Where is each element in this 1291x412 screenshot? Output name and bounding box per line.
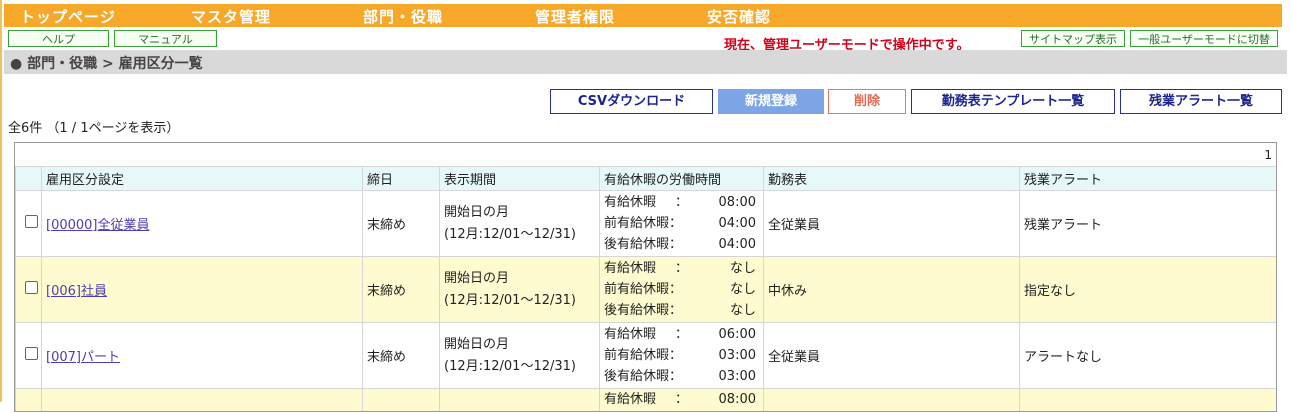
result-count: 全6件 （1 / 1ページを表示）	[8, 117, 179, 136]
help-button[interactable]: ヘルプ	[8, 30, 109, 47]
overtime-alert-cell: 指定なし	[1020, 257, 1278, 323]
schedule-cell: 中休み	[764, 257, 1020, 323]
table-row: 有給休暇：08:00	[16, 389, 1278, 412]
closing-day-cell: 末締め	[363, 323, 440, 389]
paid-leave-hours-cell: 有給休暇：06:00 前有給休暇：03:00 後有給休暇：03:00	[600, 323, 764, 389]
table-row: [006]社員 末締め 開始日の月 (12月:12/01～12/31) 有給休暇…	[16, 257, 1278, 323]
delete-button[interactable]: 削除	[828, 89, 906, 114]
nav-department-position[interactable]: 部門・役職	[363, 6, 443, 27]
row-checkbox[interactable]	[25, 347, 38, 360]
top-navigation: トップページ マスタ管理 部門・役職 管理者権限 安否確認	[4, 4, 1282, 27]
switch-user-mode-button[interactable]: 一般ユーザーモードに切替	[1130, 30, 1278, 47]
table-row: [00000]全従業員 末締め 開始日の月 (12月:12/01～12/31) …	[16, 191, 1278, 257]
paid-leave-hours-cell: 有給休暇：なし 前有給休暇：なし 後有給休暇：なし	[600, 257, 764, 323]
schedule-template-list-button[interactable]: 勤務表テンプレート一覧	[911, 89, 1115, 114]
nav-safety-confirmation[interactable]: 安否確認	[707, 6, 771, 27]
overtime-alert-cell: アラートなし	[1020, 323, 1278, 389]
paid-leave-hours-cell: 有給休暇：08:00	[600, 389, 764, 412]
page-number[interactable]: 1	[1264, 148, 1272, 162]
employment-type-link[interactable]: [007]パート	[46, 350, 120, 365]
header-display-period: 表示期間	[440, 167, 600, 191]
row-checkbox[interactable]	[25, 281, 38, 294]
closing-day-cell: 末締め	[363, 191, 440, 257]
nav-admin-permission[interactable]: 管理者権限	[535, 6, 615, 27]
closing-day-cell: 末締め	[363, 257, 440, 323]
new-register-button[interactable]: 新規登録	[718, 89, 824, 114]
nav-top-page[interactable]: トップページ	[20, 6, 116, 27]
employment-type-table: 雇用区分設定 締日 表示期間 有給休暇の労働時間 勤務表 残業アラート [000…	[15, 166, 1277, 412]
paid-leave-hours-cell: 有給休暇：08:00 前有給休暇：04:00 後有給休暇：04:00	[600, 191, 764, 257]
employment-type-table-container: 1 雇用区分設定 締日 表示期間 有給休暇の労働時間 勤務表 残業アラート [0…	[14, 142, 1277, 412]
overtime-alert-list-button[interactable]: 残業アラート一覧	[1120, 89, 1282, 114]
manual-button[interactable]: マニュアル	[114, 30, 217, 47]
sitemap-button[interactable]: サイトマップ表示	[1021, 30, 1125, 47]
table-header-row: 雇用区分設定 締日 表示期間 有給休暇の労働時間 勤務表 残業アラート	[16, 167, 1278, 191]
breadcrumb-text: ● 部門・役職 > 雇用区分一覧	[10, 53, 203, 73]
display-period-cell: 開始日の月 (12月:12/01～12/31)	[440, 257, 600, 323]
row-checkbox[interactable]	[25, 215, 38, 228]
header-overtime-alert: 残業アラート	[1020, 167, 1278, 191]
employment-type-link[interactable]: [00000]全従業員	[46, 218, 150, 233]
header-closing-day: 締日	[363, 167, 440, 191]
overtime-alert-cell: 残業アラート	[1020, 191, 1278, 257]
csv-download-button[interactable]: CSVダウンロード	[550, 89, 713, 114]
header-checkbox-cell	[16, 167, 42, 191]
schedule-cell: 全従業員	[764, 191, 1020, 257]
display-period-cell: 開始日の月 (12月:12/01～12/31)	[440, 323, 600, 389]
employment-type-link[interactable]: [006]社員	[46, 284, 107, 299]
header-schedule: 勤務表	[764, 167, 1020, 191]
schedule-cell: 全従業員	[764, 323, 1020, 389]
header-paid-leave-hours: 有給休暇の労働時間	[600, 167, 764, 191]
display-period-cell: 開始日の月 (12月:12/01～12/31)	[440, 191, 600, 257]
breadcrumb: ● 部門・役職 > 雇用区分一覧	[4, 50, 1287, 74]
header-employment-setting: 雇用区分設定	[42, 167, 363, 191]
table-row: [007]パート 末締め 開始日の月 (12月:12/01～12/31) 有給休…	[16, 323, 1278, 389]
nav-master-management[interactable]: マスタ管理	[191, 6, 271, 27]
